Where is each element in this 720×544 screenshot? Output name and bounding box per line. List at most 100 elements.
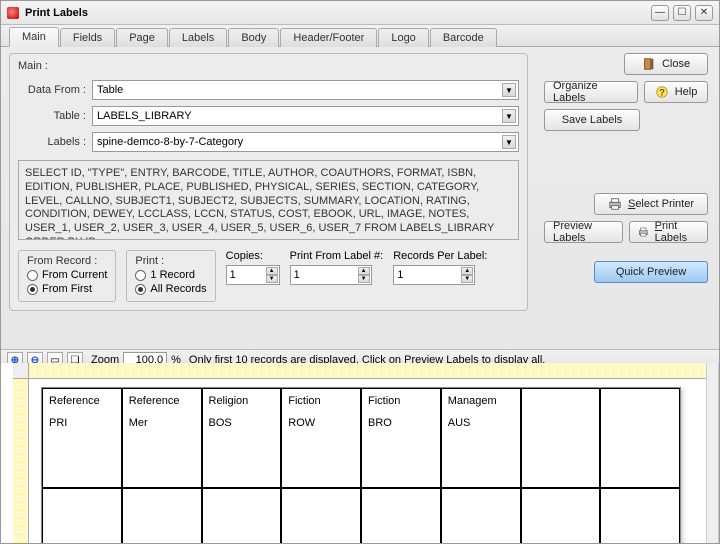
close-window-button[interactable]: ✕ [695,5,713,21]
labels-label: Labels : [18,136,92,148]
print-scope-group: Print : 1 Record All Records [126,250,215,302]
spinner-buttons[interactable]: ▲▼ [266,267,278,283]
from-current-label: From Current [42,269,107,281]
one-record-label: 1 Record [150,269,195,281]
data-from-combo[interactable]: Table ▼ [92,80,519,100]
label-cell: ReferencePRI [42,388,122,488]
tab-header-footer[interactable]: Header/Footer [280,28,377,47]
print-from-spinner[interactable]: 1 ▲▼ [290,265,372,285]
records-per-spinner[interactable]: 1 ▲▼ [393,265,475,285]
tab-main[interactable]: Main [9,27,59,47]
label-cell [521,388,601,488]
records-per-value: 1 [397,269,403,281]
from-first-label: From First [42,283,92,295]
tab-page[interactable]: Page [116,28,168,47]
options-row: From Record : From Current From First Pr… [18,250,519,302]
print-from-value: 1 [294,269,300,281]
radio-all-records[interactable] [135,284,146,295]
save-labels-button[interactable]: Save Labels [544,109,640,131]
preview-labels-button[interactable]: Preview Labels [544,221,623,243]
chevron-down-icon: ▼ [502,83,516,97]
quick-preview-button[interactable]: Quick Preview [594,261,708,283]
tab-body[interactable]: Body [228,28,279,47]
spinner-buttons[interactable]: ▲▼ [461,267,473,283]
radio-from-current[interactable] [27,270,38,281]
labels-combo[interactable]: spine-demco-8-by-7-Category ▼ [92,132,519,152]
preview-label: Preview Labels [553,220,614,244]
minimize-button[interactable]: — [651,5,669,21]
app-icon [7,7,19,19]
vertical-scrollbar[interactable] [706,363,718,543]
titlebar: Print Labels — ☐ ✕ [1,1,719,25]
label-cell: FictionBRO [361,388,441,488]
label-cell [600,488,680,543]
tab-barcode[interactable]: Barcode [430,28,497,47]
radio-one-record[interactable] [135,270,146,281]
table-value: LABELS_LIBRARY [97,110,192,122]
tab-logo[interactable]: Logo [378,28,428,47]
data-from-value: Table [97,84,123,96]
tab-labels[interactable]: Labels [169,28,227,47]
label-page: ReferencePRIReferenceMerReligionBOSFicti… [41,387,681,543]
window-title: Print Labels [25,7,651,19]
close-label: Close [662,58,690,70]
data-from-label: Data From : [18,84,92,96]
label-grid: ReferencePRIReferenceMerReligionBOSFicti… [42,388,680,543]
help-button[interactable]: ? Help [644,81,708,103]
label-cell: FictionROW [281,388,361,488]
label-cell [42,488,122,543]
horizontal-ruler [29,363,706,379]
main-groupbox: Main : Data From : Table ▼ Table : LABEL… [9,53,528,311]
preview-area: ReferencePRIReferenceMerReligionBOSFicti… [1,363,719,543]
help-label: Help [675,86,698,98]
from-record-label: From Record : [27,255,107,267]
label-cell [281,488,361,543]
label-cell: ManagemAUS [441,388,521,488]
table-combo[interactable]: LABELS_LIBRARY ▼ [92,106,519,126]
organize-label: Organize Labels [553,80,629,104]
from-record-group: From Record : From Current From First [18,250,116,302]
close-button[interactable]: Close [624,53,708,75]
label-cell [441,488,521,543]
main-legend: Main : [18,60,519,72]
radio-from-first[interactable] [27,284,38,295]
records-per-label-label: Records Per Label: [393,250,487,262]
select-printer-label: Select Printer [628,198,694,210]
spinner-buttons[interactable]: ▲▼ [358,267,370,283]
maximize-button[interactable]: ☐ [673,5,691,21]
table-label: Table : [18,110,92,122]
label-cell: ReferenceMer [122,388,202,488]
tab-fields[interactable]: Fields [60,28,115,47]
help-icon: ? [655,85,669,99]
label-cell [600,388,680,488]
window-buttons: — ☐ ✕ [651,5,713,21]
print-labels-window: Print Labels — ☐ ✕ Main Fields Page Labe… [0,0,720,544]
label-cell [521,488,601,543]
label-cell [122,488,202,543]
printer-icon [638,225,649,239]
svg-text:?: ? [659,88,665,99]
copies-spinner[interactable]: 1 ▲▼ [226,265,280,285]
label-cell [361,488,441,543]
save-label: Save Labels [562,114,623,126]
copies-label: Copies: [226,250,280,262]
copies-value: 1 [230,269,236,281]
print-labels-label: Print Labels [655,220,699,244]
label-cell: ReligionBOS [202,388,282,488]
organize-labels-button[interactable]: Organize Labels [544,81,638,103]
all-records-label: All Records [150,283,206,295]
quick-preview-label: Quick Preview [616,266,686,278]
print-from-label-label: Print From Label #: [290,250,384,262]
sql-text: SELECT ID, "TYPE", ENTRY, BARCODE, TITLE… [18,160,519,240]
chevron-down-icon: ▼ [502,135,516,149]
print-scope-label: Print : [135,255,206,267]
print-labels-button[interactable]: Print Labels [629,221,708,243]
tab-strip: Main Fields Page Labels Body Header/Foot… [1,25,719,47]
select-printer-button[interactable]: Select Printer [594,193,708,215]
vertical-ruler [13,379,29,543]
labels-value: spine-demco-8-by-7-Category [97,136,243,148]
chevron-down-icon: ▼ [502,109,516,123]
ruler-corner [13,363,29,379]
label-cell [202,488,282,543]
door-icon [642,57,656,71]
